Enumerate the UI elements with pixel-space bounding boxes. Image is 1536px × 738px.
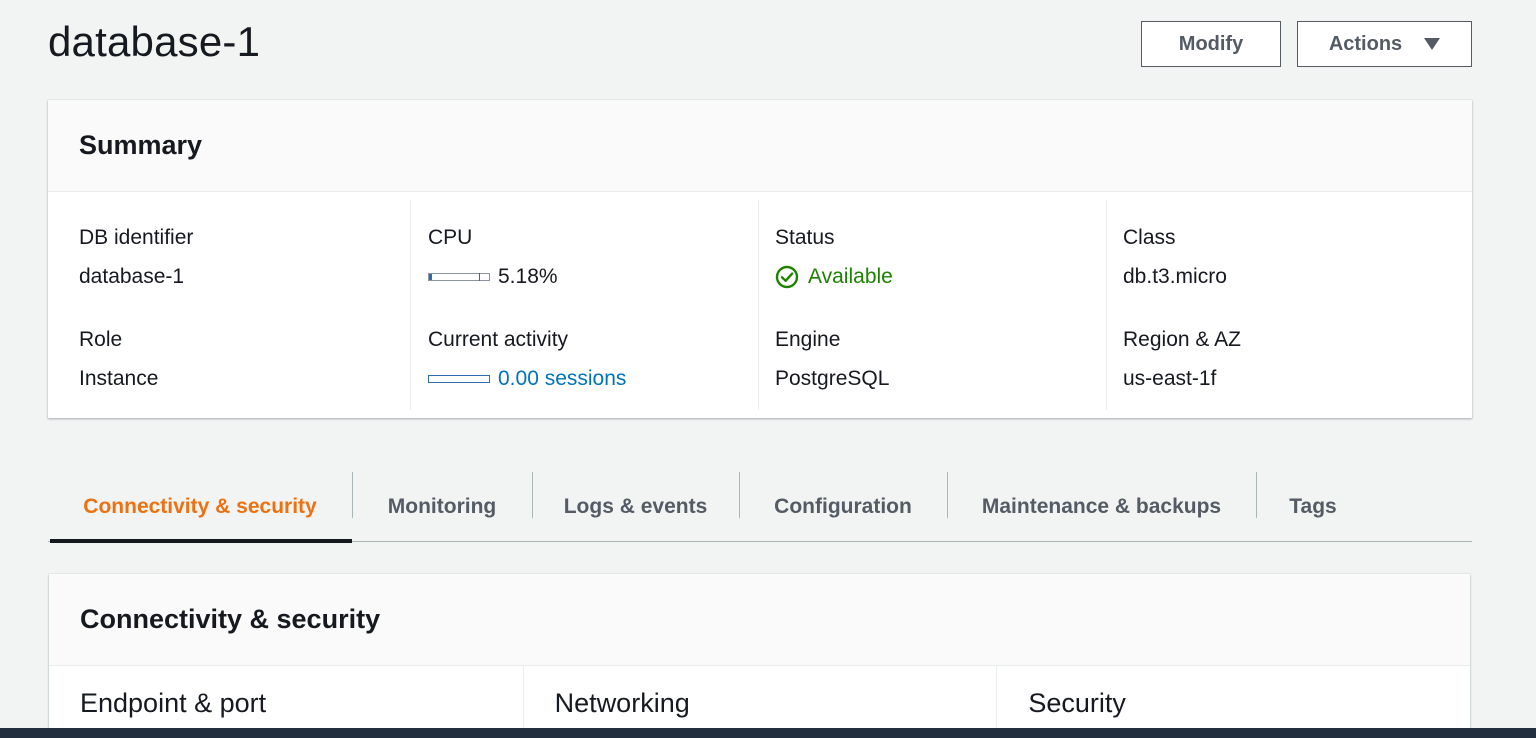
caret-down-icon [1424, 38, 1441, 50]
status-value: Available [775, 265, 893, 289]
cpu-usage-fill [429, 274, 433, 280]
actions-button[interactable]: Actions [1297, 21, 1472, 67]
region-az-value: us-east-1f [1123, 367, 1217, 390]
summary-col-status: Status Available Engine PostgreSQL [758, 200, 1106, 410]
summary-grid: DB identifier database-1 Role Instance C… [48, 192, 1472, 410]
tab-configuration[interactable]: Configuration [739, 472, 947, 542]
connectivity-header: Connectivity & security [49, 574, 1470, 666]
summary-col-class: Class db.t3.micro Region & AZ us-east-1f [1106, 200, 1454, 410]
tab-label: Logs & events [563, 495, 708, 518]
class-value: db.t3.micro [1123, 265, 1227, 288]
role-label: Role [79, 328, 123, 351]
engine-label: Engine [775, 328, 841, 351]
tab-connectivity-security[interactable]: Connectivity & security [48, 472, 352, 543]
cpu-value: 5.18% [428, 265, 558, 289]
tab-label: Configuration [774, 495, 912, 518]
page-title: database-1 [48, 18, 261, 65]
cpu-label: CPU [428, 226, 473, 249]
role-value: Instance [79, 367, 159, 390]
summary-col-cpu: CPU 5.18% Current activity 0.00 sessions [410, 200, 758, 410]
status-text: Available [808, 265, 893, 288]
tab-maintenance-backups[interactable]: Maintenance & backups [947, 472, 1256, 542]
tab-label: Maintenance & backups [981, 495, 1222, 518]
tab-label: Monitoring [387, 495, 497, 518]
current-activity-label: Current activity [428, 328, 569, 351]
summary-card: Summary DB identifier database-1 Role In… [48, 100, 1472, 418]
footer-bar [0, 728, 1536, 738]
cpu-usage-bar [428, 273, 490, 281]
region-az-label: Region & AZ [1123, 328, 1241, 351]
tab-monitoring[interactable]: Monitoring [352, 472, 532, 542]
db-identifier-value: database-1 [79, 265, 185, 288]
summary-col-identifier: DB identifier database-1 Role Instance [48, 200, 410, 410]
tab-label: Connectivity & security [83, 495, 317, 518]
sessions-link[interactable]: 0.00 sessions [498, 367, 626, 391]
engine-value: PostgreSQL [775, 367, 890, 390]
current-activity-value: 0.00 sessions [428, 367, 626, 391]
tab-tags[interactable]: Tags [1256, 472, 1370, 542]
modify-button[interactable]: Modify [1141, 21, 1281, 67]
summary-header: Summary [48, 100, 1472, 192]
status-label: Status [775, 226, 835, 249]
page: database-1 Modify Actions Summary DB ide… [0, 0, 1536, 738]
modify-button-label: Modify [1178, 32, 1244, 55]
cpu-threshold-mark [479, 273, 480, 281]
check-circle-icon [775, 265, 799, 289]
db-identifier-label: DB identifier [79, 226, 194, 249]
cpu-percent-text: 5.18% [498, 265, 558, 288]
connectivity-card: Connectivity & security Endpoint & port … [49, 574, 1470, 738]
summary-title: Summary [79, 130, 203, 160]
connectivity-title: Connectivity & security [80, 604, 381, 634]
tab-logs-events[interactable]: Logs & events [532, 472, 739, 542]
class-label: Class [1123, 226, 1176, 249]
actions-button-label: Actions [1328, 32, 1403, 55]
tab-label: Tags [1289, 495, 1337, 518]
detail-tabs: Connectivity & security Monitoring Logs … [48, 472, 1472, 543]
sessions-bar [428, 375, 490, 383]
